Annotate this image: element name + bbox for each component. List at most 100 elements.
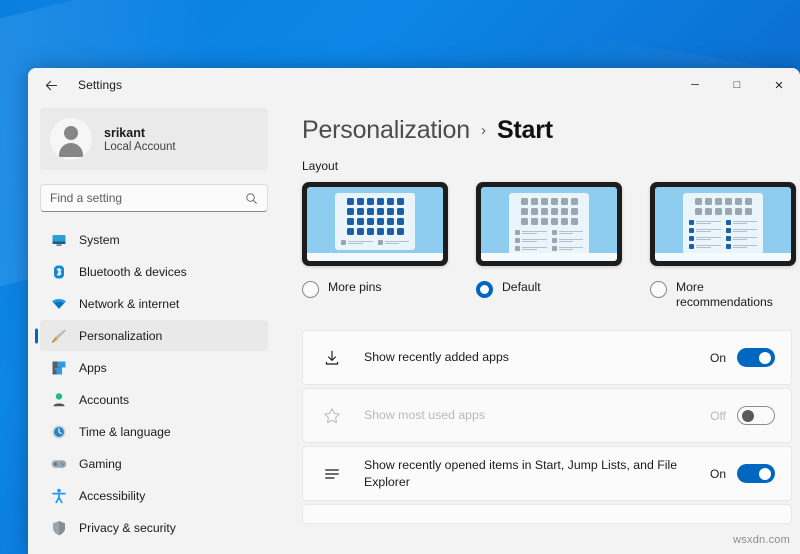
thumbnail-pin-grid: [341, 198, 409, 235]
thumbnail-screen: [481, 187, 617, 261]
toggle-group: Off: [710, 406, 775, 425]
toggle-state-label: Off: [710, 408, 726, 423]
chevron-right-icon: ›: [480, 122, 486, 139]
setting-title: Show recently added apps: [364, 350, 509, 364]
thumbnail-taskbar: [481, 253, 617, 261]
toggle-switch[interactable]: [737, 464, 775, 483]
sidebar: srikant Local Account Find a setting Sys…: [28, 102, 280, 554]
breadcrumb-parent[interactable]: Personalization: [302, 116, 470, 145]
breadcrumb: Personalization › Start: [302, 116, 800, 145]
bluetooth-icon: [50, 263, 67, 280]
list-icon: [321, 465, 342, 483]
profile-text: srikant Local Account: [104, 126, 176, 153]
layout-radio-row[interactable]: More recommendations: [650, 280, 796, 310]
toggle-switch: [737, 406, 775, 425]
layout-thumbnail[interactable]: [650, 182, 796, 266]
thumbnail-screen: [307, 187, 443, 261]
toggle-group[interactable]: On: [710, 464, 775, 483]
minimize-button[interactable]: ─: [674, 68, 716, 102]
monitor-icon: [50, 231, 67, 248]
toggle-switch[interactable]: [737, 348, 775, 367]
close-button[interactable]: ✕: [758, 68, 800, 102]
profile-name: srikant: [104, 125, 145, 140]
thumbnail-start-menu: [509, 193, 589, 256]
setting-row-recently-added-apps[interactable]: Show recently added apps On: [302, 330, 792, 385]
sidebar-item-label: Privacy & security: [79, 520, 176, 535]
sidebar-item-time-language[interactable]: Time & language: [40, 416, 268, 447]
account-icon: [50, 391, 67, 408]
layout-thumbnail[interactable]: [476, 182, 622, 266]
thumbnail-start-menu: [683, 193, 763, 254]
sidebar-item-accessibility[interactable]: Accessibility: [40, 480, 268, 511]
sidebar-item-label: Apps: [79, 360, 107, 375]
layout-option-label: Default: [502, 280, 541, 294]
sidebar-item-label: Time & language: [79, 424, 171, 439]
setting-row-most-used-apps: Show most used apps Off: [302, 388, 792, 443]
layout-options: More pins Default More recommendations: [302, 182, 800, 310]
sidebar-item-gaming[interactable]: Gaming: [40, 448, 268, 479]
sidebar-item-bluetooth-devices[interactable]: Bluetooth & devices: [40, 256, 268, 287]
thumbnail-start-menu: [335, 193, 415, 250]
thumbnail-taskbar: [307, 253, 443, 261]
layout-option-more-pins[interactable]: More pins: [302, 182, 448, 310]
sidebar-item-accounts[interactable]: Accounts: [40, 384, 268, 415]
back-button[interactable]: [36, 70, 66, 100]
title-bar: Settings ─ □ ✕: [28, 68, 800, 102]
thumbnail-screen: [655, 187, 791, 261]
toggle-state-label: On: [709, 350, 726, 365]
paintbrush-icon: [50, 327, 67, 344]
sidebar-item-apps[interactable]: Apps: [40, 352, 268, 383]
radio-more-pins[interactable]: [302, 281, 319, 298]
clock-icon: [50, 423, 67, 440]
download-icon: [321, 349, 342, 367]
shield-icon: [50, 519, 67, 536]
sidebar-item-label: Network & internet: [79, 296, 180, 311]
thumbnail-recommendations: [515, 230, 583, 251]
layout-radio-row[interactable]: More pins: [302, 280, 448, 298]
layout-option-more-recommendations[interactable]: More recommendations: [650, 182, 796, 310]
toggle-group[interactable]: On: [710, 348, 775, 367]
window-title: Settings: [78, 78, 123, 92]
accessibility-icon: [50, 487, 67, 504]
user-profile[interactable]: srikant Local Account: [40, 108, 268, 170]
radio-more-recommendations[interactable]: [650, 281, 667, 298]
search-input[interactable]: [50, 191, 245, 205]
layout-option-label: More recommendations: [676, 280, 773, 309]
thumbnail-pin-grid: [515, 198, 583, 225]
setting-title: Show most used apps: [364, 408, 485, 422]
star-icon: [321, 407, 342, 425]
layout-thumbnail[interactable]: [302, 182, 448, 266]
window-body: srikant Local Account Find a setting Sys…: [28, 102, 800, 554]
settings-window: Settings ─ □ ✕ srikant Local Account Fin…: [28, 68, 800, 554]
sidebar-item-privacy-security[interactable]: Privacy & security: [40, 512, 268, 543]
section-label-layout: Layout: [302, 159, 339, 173]
thumbnail-pin-grid: [689, 198, 757, 215]
sidebar-item-label: Gaming: [79, 456, 122, 471]
thumbnail-recommendations: [689, 220, 757, 249]
sidebar-item-personalization[interactable]: Personalization: [40, 320, 268, 351]
layout-radio-row[interactable]: Default: [476, 280, 622, 298]
search-icon: [246, 192, 257, 204]
search-box[interactable]: [40, 184, 268, 212]
sidebar-item-label: System: [79, 232, 120, 247]
layout-option-label: More pins: [328, 280, 382, 294]
setting-row-recently-opened-items[interactable]: Show recently opened items in Start, Jum…: [302, 446, 792, 501]
sidebar-item-label: Bluetooth & devices: [79, 264, 187, 279]
toggle-state-label: On: [709, 466, 726, 481]
profile-subtitle: Local Account: [104, 140, 176, 153]
avatar: [50, 118, 92, 160]
apps-icon: [50, 359, 67, 376]
gamepad-icon: [50, 455, 67, 472]
window-controls: ─ □ ✕: [674, 68, 800, 102]
main-content: Personalization › Start Layout More pins…: [280, 102, 800, 554]
back-arrow-icon: [45, 80, 57, 90]
layout-option-default[interactable]: Default: [476, 182, 622, 310]
setting-row-partial[interactable]: [302, 504, 792, 524]
radio-default[interactable]: [476, 281, 493, 298]
maximize-button[interactable]: □: [716, 68, 758, 102]
sidebar-item-network-internet[interactable]: Network & internet: [40, 288, 268, 319]
settings-list: Show recently added apps On Show most us…: [302, 330, 800, 524]
page-title: Start: [496, 116, 553, 144]
sidebar-item-system[interactable]: System: [40, 224, 268, 255]
watermark: wsxdn.com: [733, 534, 790, 546]
